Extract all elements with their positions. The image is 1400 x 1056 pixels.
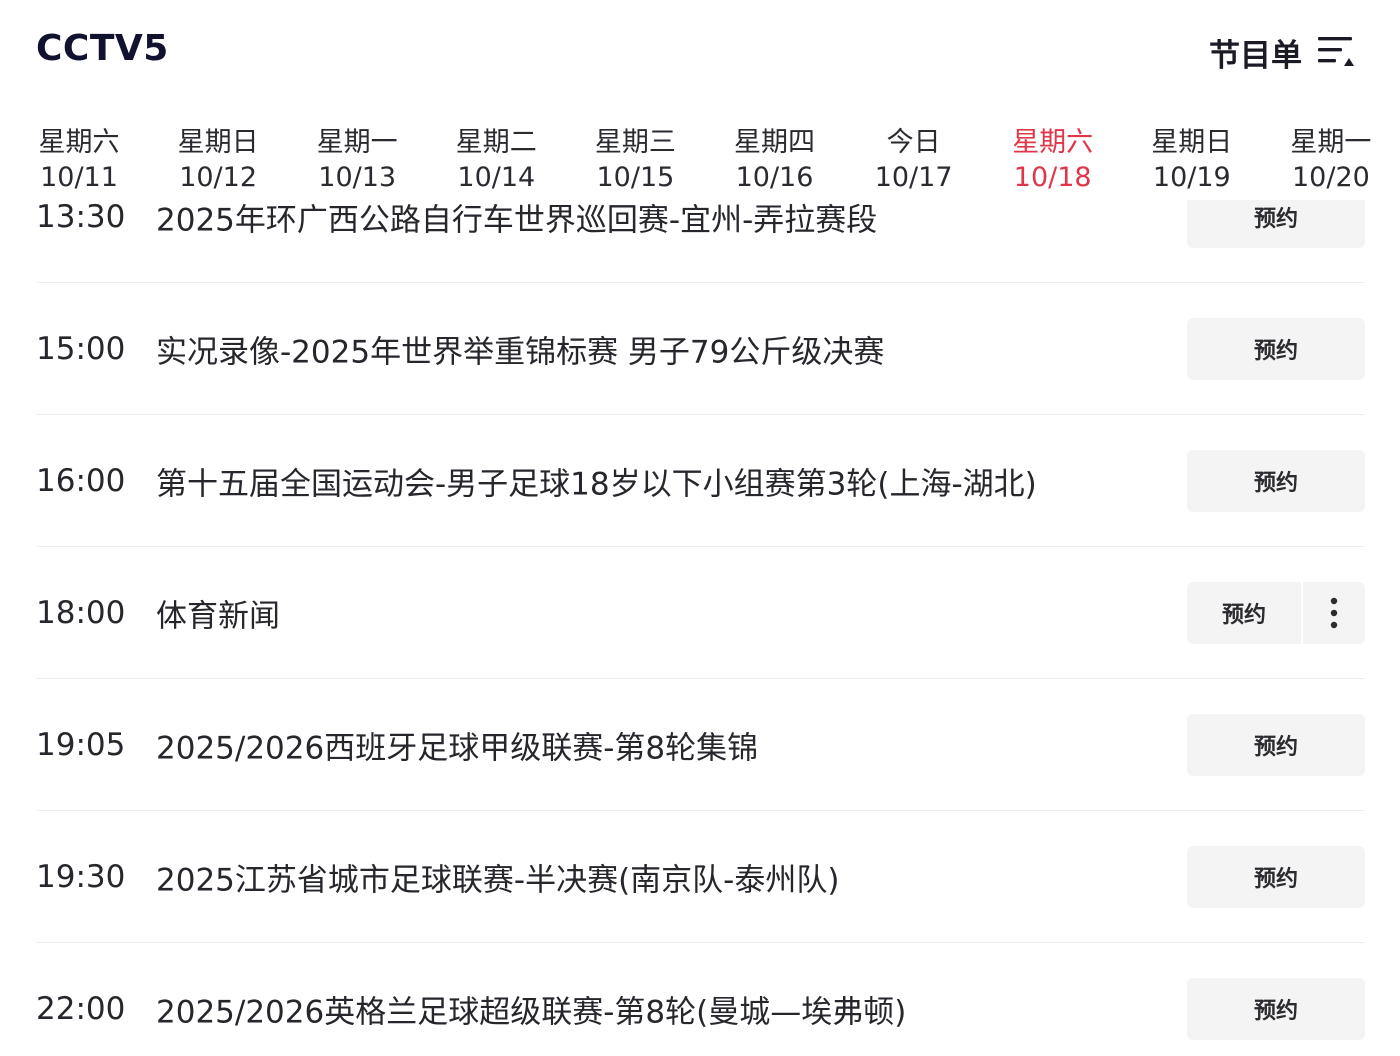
program-row[interactable]: 19:05 2025/2026西班牙足球甲级联赛-第8轮集锦 预约 <box>36 679 1365 811</box>
program-title: 2025江苏省城市足球联赛-半决赛(南京队-泰州队) <box>156 862 840 898</box>
program-guide-page: CCTV5 节目单 星期六 10/11 星期日 10/12 星期一 10/13 星期二 10/… <box>0 0 1400 1056</box>
reserve-button[interactable]: 预约 <box>1187 449 1365 512</box>
date-day: 10/16 <box>735 162 814 193</box>
program-row[interactable]: 19:30 2025江苏省城市足球联赛-半决赛(南京队-泰州队) 预约 <box>36 811 1365 943</box>
program-time: 15:00 <box>36 330 126 367</box>
channel-title: CCTV5 <box>36 28 169 69</box>
program-title: 实况录像-2025年世界举重锦标赛 男子79公斤级决赛 <box>156 334 885 370</box>
date-tab[interactable]: 星期六 10/18 <box>998 124 1108 194</box>
date-weekday: 星期日 <box>177 127 259 158</box>
date-day: 10/15 <box>596 162 675 193</box>
program-title: 体育新闻 <box>156 598 280 634</box>
program-time: 18:00 <box>36 594 126 631</box>
schedule-menu-button[interactable]: 节目单 <box>1209 28 1356 76</box>
program-row[interactable]: 16:00 第十五届全国运动会-男子足球18岁以下小组赛第3轮(上海-湖北) 预约 <box>36 415 1365 547</box>
date-day: 10/20 <box>1291 162 1370 193</box>
date-tab[interactable]: 星期二 10/14 <box>441 124 551 194</box>
date-day: 10/19 <box>1152 162 1231 193</box>
date-weekday: 星期日 <box>1151 127 1233 158</box>
reserve-button[interactable]: 预约 <box>1187 845 1365 908</box>
date-tab[interactable]: 今日 10/17 <box>859 124 969 194</box>
date-weekday: 今日 <box>886 127 941 158</box>
reserve-button[interactable]: 预约 <box>1187 200 1365 248</box>
reserve-button[interactable]: 预约 <box>1187 317 1365 380</box>
date-day: 10/18 <box>1013 162 1092 193</box>
program-list: 13:30 2025年环广西公路自行车世界巡回赛-宜州-弄拉赛段 预约 15:00 实况… <box>0 200 1400 1056</box>
date-selector: 星期六 10/11 星期日 10/12 星期一 10/13 星期二 10/14 星期三 10/15… <box>0 124 1400 200</box>
program-time: 19:05 <box>36 726 126 763</box>
date-tab[interactable]: 星期三 10/15 <box>580 124 690 194</box>
date-tab[interactable]: 星期一 10/20 <box>1276 124 1386 194</box>
date-weekday: 星期一 <box>1290 127 1372 158</box>
schedule-label: 节目单 <box>1209 37 1302 74</box>
reserve-button[interactable]: 预约 <box>1187 581 1301 644</box>
program-title: 第十五届全国运动会-男子足球18岁以下小组赛第3轮(上海-湖北) <box>156 466 1037 502</box>
date-day: 10/11 <box>40 162 118 193</box>
program-row[interactable]: 15:00 实况录像-2025年世界举重锦标赛 男子79公斤级决赛 预约 <box>36 283 1365 415</box>
header: CCTV5 节目单 <box>0 0 1400 110</box>
reserve-button[interactable]: 预约 <box>1187 713 1365 776</box>
program-time: 22:00 <box>36 990 126 1027</box>
program-row[interactable]: 18:00 体育新闻 预约 <box>36 547 1365 679</box>
date-day: 10/17 <box>874 162 953 193</box>
date-tab[interactable]: 星期日 10/19 <box>1137 124 1247 194</box>
date-tab[interactable]: 星期日 10/12 <box>163 124 273 194</box>
program-row[interactable]: 22:00 2025/2026英格兰足球超级联赛-第8轮(曼城—埃弗顿) 预约 <box>36 943 1365 1056</box>
reserve-button[interactable]: 预约 <box>1187 977 1365 1040</box>
date-tab[interactable]: 星期一 10/13 <box>302 124 412 194</box>
program-title: 2025/2026英格兰足球超级联赛-第8轮(曼城—埃弗顿) <box>156 994 907 1030</box>
program-time: 19:30 <box>36 858 126 895</box>
date-day: 10/13 <box>318 162 397 193</box>
date-day: 10/12 <box>179 162 257 193</box>
program-title: 2025/2026西班牙足球甲级联赛-第8轮集锦 <box>156 730 759 766</box>
more-options-button[interactable] <box>1303 581 1365 644</box>
date-day: 10/14 <box>457 162 536 193</box>
date-weekday: 星期二 <box>455 127 537 158</box>
date-tab[interactable]: 星期六 10/11 <box>24 124 134 194</box>
program-time: 13:30 <box>36 200 126 235</box>
date-weekday: 星期六 <box>1012 127 1094 158</box>
more-vertical-icon <box>1330 597 1338 628</box>
program-row[interactable]: 13:30 2025年环广西公路自行车世界巡回赛-宜州-弄拉赛段 预约 <box>36 200 1365 283</box>
program-time: 16:00 <box>36 462 126 499</box>
date-weekday: 星期三 <box>594 127 676 158</box>
date-weekday: 星期六 <box>38 127 120 158</box>
list-filter-icon <box>1318 37 1354 66</box>
date-weekday: 星期一 <box>316 127 398 158</box>
date-tab[interactable]: 星期四 10/16 <box>720 124 830 194</box>
date-weekday: 星期四 <box>734 127 815 158</box>
program-title: 2025年环广西公路自行车世界巡回赛-宜州-弄拉赛段 <box>156 202 878 238</box>
